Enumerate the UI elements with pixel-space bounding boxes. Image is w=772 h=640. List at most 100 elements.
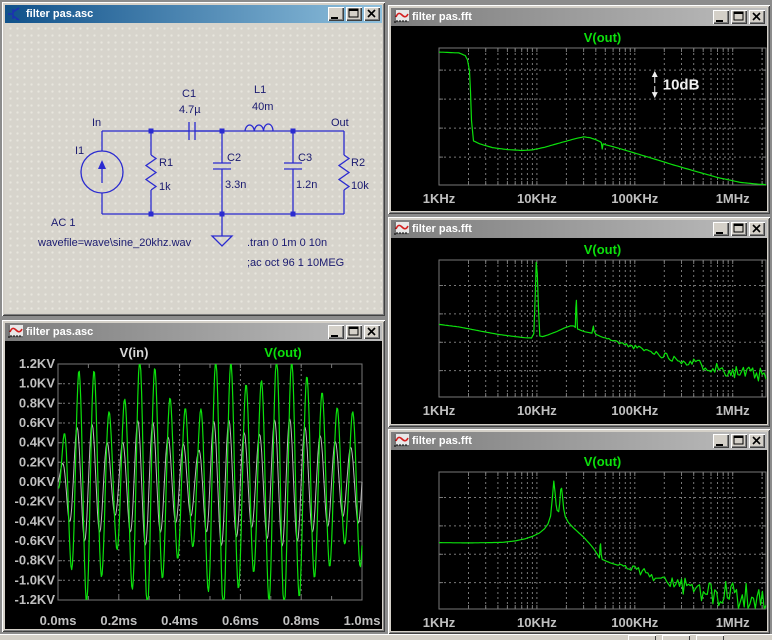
- annotation-text: 10dB: [663, 77, 700, 94]
- value-r2: 10k: [351, 180, 369, 192]
- plot-grid: [438, 471, 767, 610]
- y-axis-label: 0.6KV: [19, 415, 55, 430]
- x-axis-label: 0.4ms: [161, 613, 198, 628]
- trace-vin[interactable]: [57, 418, 363, 547]
- x-axis-label: 100KHz: [611, 191, 658, 206]
- obscured-window-button[interactable]: [628, 635, 656, 640]
- time-domain-plot[interactable]: 1.2KV 1.0KV 0.8KV 0.6KV 0.4KV 0.2KV 0.0KV -0.2K…: [5, 341, 382, 629]
- window-fft-response: filter pas.fft 1KHz 10KHz 100KHz 1MHz V(out)…: [388, 5, 770, 214]
- maximize-button[interactable]: [731, 10, 747, 24]
- schematic-canvas[interactable]: In Out I1 AC 1 wavefile=wave\sine_20khz.…: [5, 23, 382, 313]
- label-r1: R1: [159, 157, 173, 169]
- waveform-doc-icon[interactable]: [7, 325, 23, 339]
- x-axis-label: 1KHz: [423, 403, 456, 418]
- fft-plot-pane[interactable]: 1KHz 10KHz 100KHz 1MHz V(out): [391, 238, 767, 424]
- y-axis-label: 0.0KV: [19, 474, 55, 489]
- label-c1: C1: [182, 88, 196, 100]
- wires: [101, 130, 345, 215]
- y-axis-label: 1.2KV: [19, 356, 55, 371]
- label-c2: C2: [227, 152, 241, 164]
- waveform-doc-icon[interactable]: [393, 10, 409, 24]
- frequency-response-plot[interactable]: 1KHz 10KHz 100KHz 1MHz V(out) 10dB: [391, 26, 767, 211]
- directive-wavefile: wavefile=wave\sine_20khz.wav: [37, 237, 192, 249]
- minimize-button[interactable]: [328, 325, 344, 339]
- y-axis-label: -0.2KV: [15, 494, 56, 509]
- minimize-button[interactable]: [713, 222, 729, 236]
- close-button[interactable]: [749, 10, 765, 24]
- titlebar-schematic[interactable]: filter pas.asc: [5, 5, 382, 23]
- schematic-doc-icon[interactable]: [7, 7, 23, 21]
- y-axis-label: -0.8KV: [15, 553, 56, 568]
- plot-legend[interactable]: V(out): [584, 454, 622, 469]
- y-axis-label: 0.2KV: [19, 454, 55, 469]
- fft-spectrum-plot[interactable]: 1KHz 10KHz 100KHz 1MHz V(out): [391, 238, 767, 424]
- x-axis-label: 1MHz: [716, 403, 750, 418]
- window-title: filter pas.fft: [412, 11, 472, 23]
- trace-vout[interactable]: [438, 51, 767, 186]
- obscured-window-button[interactable]: [696, 635, 724, 640]
- fft-plot-pane[interactable]: 1KHz 10KHz 100KHz 1MHz V(out): [391, 450, 767, 631]
- x-axis-label: 0.8ms: [283, 613, 320, 628]
- x-axis-label: 0.6ms: [222, 613, 259, 628]
- directive-tran: .tran 0 1m 0 10n: [247, 237, 327, 249]
- ltspice-mdi-desktop: { "colors": { "trace_green": "#0ce00c", …: [0, 0, 772, 640]
- waveform-doc-icon[interactable]: [393, 434, 409, 448]
- window-controls: [713, 10, 765, 24]
- plot-legend[interactable]: V(in): [120, 345, 149, 360]
- fft-spectrum-plot[interactable]: 1KHz 10KHz 100KHz 1MHz V(out): [391, 450, 767, 631]
- inductor-l1[interactable]: [244, 123, 274, 132]
- plot-legend[interactable]: V(out): [584, 30, 622, 45]
- waveform-doc-icon[interactable]: [393, 222, 409, 236]
- minimize-button[interactable]: [713, 10, 729, 24]
- value-l1: 40m: [252, 101, 273, 113]
- schematic-labels: In Out I1 AC 1 wavefile=wave\sine_20khz.…: [37, 84, 369, 269]
- x-axis-label: 1MHz: [716, 615, 750, 630]
- maximize-button[interactable]: [731, 222, 747, 236]
- resistor-r2[interactable]: [337, 154, 351, 191]
- capacitor-c1[interactable]: [151, 122, 222, 140]
- window-controls: [713, 222, 765, 236]
- x-axis-label: 1MHz: [716, 191, 750, 206]
- window-fft-spectrum2: filter pas.fft 1KHz 10KHz 100KHz 1MHz V(out): [388, 429, 770, 634]
- close-button[interactable]: [364, 325, 380, 339]
- maximize-button[interactable]: [731, 434, 747, 448]
- minimize-button[interactable]: [713, 434, 729, 448]
- y-axis-label: 1.0KV: [19, 376, 55, 391]
- x-axis-label: 1KHz: [423, 615, 456, 630]
- titlebar-waveform[interactable]: filter pas.asc: [5, 323, 382, 341]
- window-controls: [328, 325, 380, 339]
- close-button[interactable]: [749, 434, 765, 448]
- y-axis-label: -0.6KV: [15, 533, 56, 548]
- capacitor-c2[interactable]: [213, 131, 231, 214]
- current-source-i1[interactable]: [80, 150, 124, 194]
- titlebar-fft1[interactable]: filter pas.fft: [391, 8, 767, 26]
- trace-vout[interactable]: [439, 480, 767, 609]
- y-axis-label: -1.2KV: [15, 592, 56, 607]
- maximize-button[interactable]: [346, 7, 362, 21]
- window-schematic: filter pas.asc In Out I1 AC 1 wavefile=w…: [2, 2, 385, 316]
- value-c2: 3.3n: [225, 179, 246, 191]
- close-button[interactable]: [749, 222, 765, 236]
- close-button[interactable]: [364, 7, 380, 21]
- ground-symbol[interactable]: [210, 214, 234, 247]
- capacitor-c3[interactable]: [284, 131, 302, 214]
- window-controls: [713, 434, 765, 448]
- waveform-plot-pane[interactable]: 1.2KV 1.0KV 0.8KV 0.6KV 0.4KV 0.2KV 0.0KV -0.2K…: [5, 341, 382, 629]
- resistor-r1[interactable]: [144, 131, 158, 214]
- label-i1: I1: [75, 145, 84, 157]
- minimize-button[interactable]: [328, 7, 344, 21]
- x-axis-label: 100KHz: [611, 615, 658, 630]
- window-title: filter pas.fft: [412, 435, 472, 447]
- label-ac: AC 1: [51, 217, 75, 229]
- fft-plot-pane[interactable]: 1KHz 10KHz 100KHz 1MHz V(out) 10dB: [391, 26, 767, 211]
- plot-legend[interactable]: V(out): [264, 345, 302, 360]
- titlebar-fft2[interactable]: filter pas.fft: [391, 220, 767, 238]
- obscured-window-button[interactable]: [662, 635, 690, 640]
- plot-legend[interactable]: V(out): [584, 242, 622, 257]
- plot-grid: [438, 47, 767, 186]
- x-axis-label: 10KHz: [517, 191, 557, 206]
- titlebar-fft3[interactable]: filter pas.fft: [391, 432, 767, 450]
- schematic-drawing: In Out I1 AC 1 wavefile=wave\sine_20khz.…: [37, 84, 369, 269]
- maximize-button[interactable]: [346, 325, 362, 339]
- trace-vout[interactable]: [438, 261, 767, 382]
